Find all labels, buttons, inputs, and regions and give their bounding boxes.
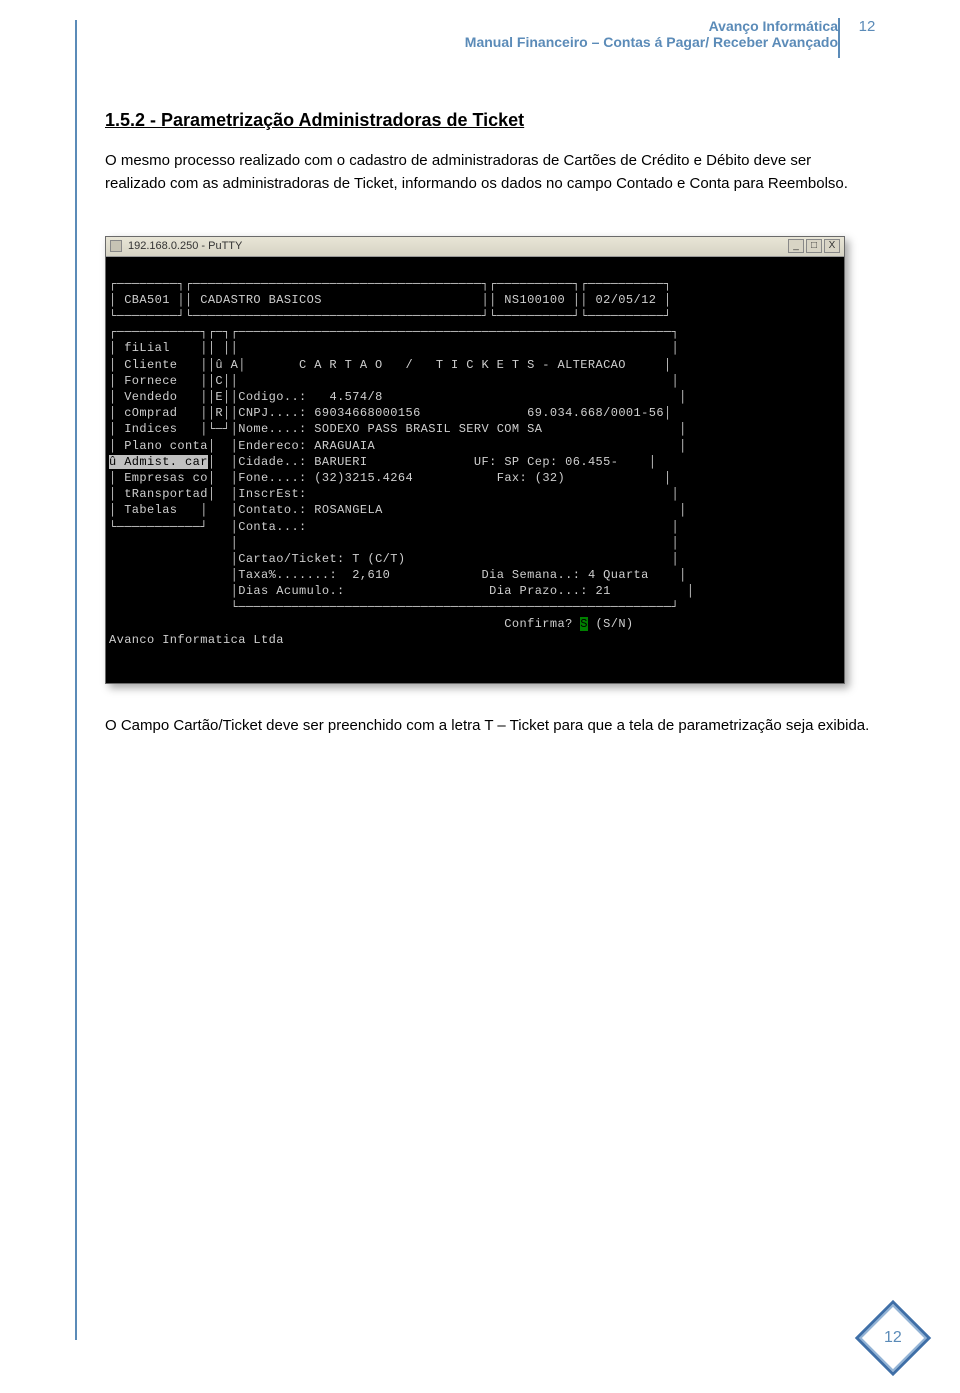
header-brand: Avanço Informática — [465, 18, 838, 34]
terminal-body: ┌────────┐┌─────────────────────────────… — [106, 257, 844, 684]
header-subtitle: Manual Financeiro – Contas á Pagar/ Rece… — [465, 34, 838, 50]
page-number-bottom: 12 — [884, 1329, 902, 1347]
vertical-rule — [75, 20, 77, 1340]
terminal-text: ┌────────┐┌─────────────────────────────… — [109, 276, 841, 648]
putty-icon — [110, 240, 122, 252]
maximize-button[interactable]: □ — [806, 239, 822, 253]
paragraph-1: O mesmo processo realizado com o cadastr… — [85, 149, 880, 196]
page-number-top: 12 — [854, 18, 880, 35]
header-separator — [838, 18, 840, 58]
section-heading: 1.5.2 - Parametrização Administradoras d… — [85, 110, 880, 131]
page-number-badge: 12 — [866, 1311, 920, 1365]
minimize-button[interactable]: _ — [788, 239, 804, 253]
page-content: Avanço Informática Manual Financeiro – C… — [85, 18, 880, 738]
terminal-screenshot: 192.168.0.250 - PuTTY _ □ X ▴ ▾ ┌───────… — [105, 236, 845, 685]
window-titlebar: 192.168.0.250 - PuTTY _ □ X — [106, 237, 844, 257]
page-header: Avanço Informática Manual Financeiro – C… — [85, 18, 880, 60]
window-title: 192.168.0.250 - PuTTY — [128, 240, 242, 252]
close-button[interactable]: X — [824, 239, 840, 253]
paragraph-2: O Campo Cartão/Ticket deve ser preenchid… — [85, 714, 880, 737]
